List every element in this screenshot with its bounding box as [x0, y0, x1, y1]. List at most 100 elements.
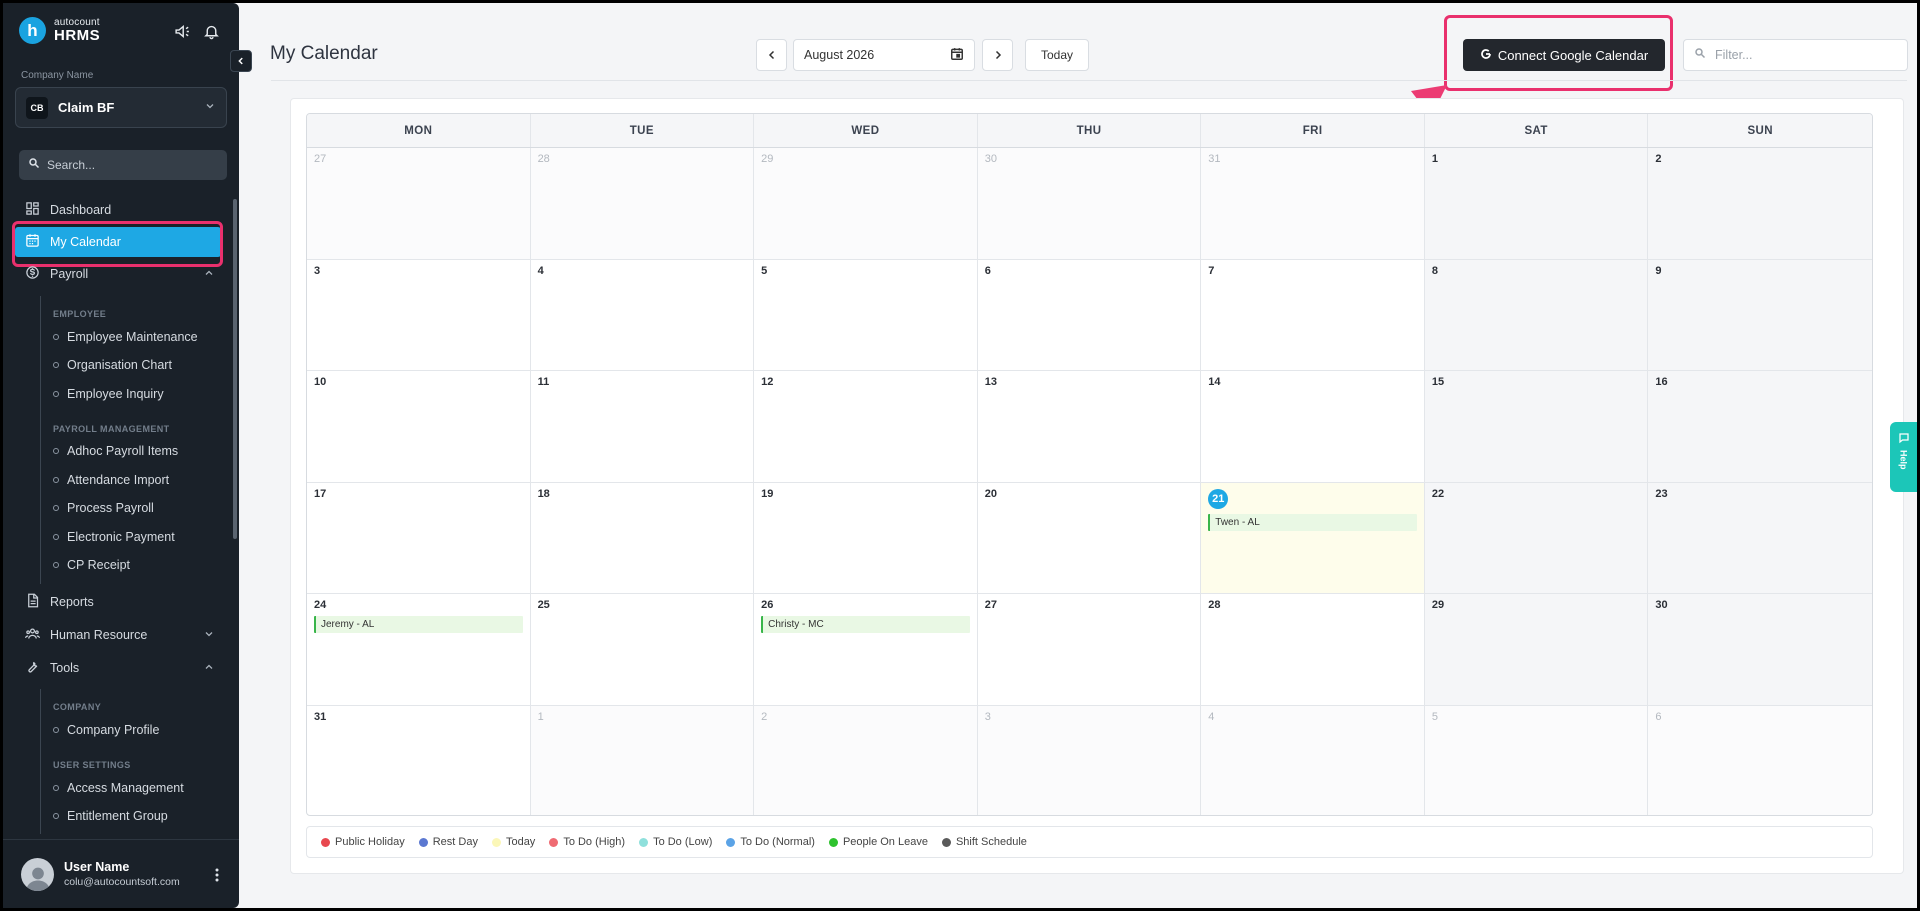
sidebar-item-dashboard[interactable]: Dashboard — [15, 195, 221, 225]
calendar-day-cell[interactable]: 31 — [307, 705, 531, 815]
previous-month-button[interactable] — [756, 39, 787, 71]
dashboard-icon — [25, 201, 40, 219]
brand-title: HRMS — [54, 27, 101, 44]
search-icon — [28, 156, 40, 174]
user-profile[interactable]: User Name colu@autocountsoft.com — [3, 839, 239, 908]
sidebar-item-organisation-chart[interactable]: Organisation Chart — [53, 358, 172, 372]
day-number: 23 — [1655, 487, 1668, 500]
calendar-day-cell[interactable]: 13 — [977, 371, 1202, 483]
chevron-right-icon — [995, 50, 1001, 60]
bell-icon[interactable] — [203, 23, 220, 45]
calendar-day-cell[interactable]: 14 — [1201, 371, 1425, 483]
month-picker[interactable]: August 2026 — [793, 39, 975, 71]
legend-item: Public Holiday — [321, 836, 405, 848]
calendar-day-cell[interactable]: 10 — [307, 371, 531, 483]
calendar-day-cell[interactable]: 28 — [530, 148, 755, 260]
calendar-day-cell[interactable]: 27 — [977, 594, 1202, 706]
sidebar-item-human-resource[interactable]: Human Resource — [15, 620, 221, 650]
day-number: 31 — [314, 710, 327, 723]
calendar-day-cell[interactable]: 1 — [1424, 148, 1649, 260]
calendar-event[interactable]: Jeremy - AL — [314, 616, 523, 633]
scrollbar-thumb[interactable] — [233, 199, 237, 539]
calendar-day-cell[interactable]: 5 — [754, 259, 978, 371]
calendar-day-cell[interactable]: 11 — [530, 371, 755, 483]
calendar-day-cell[interactable]: 29 — [1424, 594, 1649, 706]
calendar-icon[interactable] — [950, 47, 964, 64]
calendar-event[interactable]: Christy - MC — [761, 616, 970, 633]
today-button[interactable]: Today — [1025, 39, 1089, 71]
megaphone-icon[interactable] — [174, 23, 191, 45]
calendar-day-cell[interactable]: 3 — [977, 705, 1202, 815]
calendar-day-cell[interactable]: 30 — [977, 148, 1202, 260]
calendar-day-cell[interactable]: 23 — [1648, 482, 1872, 594]
legend-label: People On Leave — [842, 836, 928, 848]
calendar-day-cell[interactable]: 6 — [1648, 705, 1872, 815]
brand[interactable]: h autocount HRMS — [19, 17, 100, 44]
sidebar-scrollbar[interactable] — [233, 183, 237, 838]
calendar-day-cell[interactable]: 30 — [1648, 594, 1872, 706]
calendar-day-cell[interactable]: 21 Twen - AL — [1201, 482, 1425, 594]
help-tab[interactable]: Help — [1890, 422, 1917, 492]
sidebar-search[interactable] — [19, 150, 227, 180]
sidebar-item-payroll[interactable]: Payroll — [15, 259, 221, 289]
calendar-day-cell[interactable]: 29 — [754, 148, 978, 260]
calendar-day-cell[interactable]: 4 — [530, 259, 755, 371]
header-divider — [271, 80, 1907, 81]
calendar-day-cell[interactable]: 7 — [1201, 259, 1425, 371]
sidebar-item-entitlement-group[interactable]: Entitlement Group — [53, 809, 168, 823]
sidebar-item-adhoc-payroll-items[interactable]: Adhoc Payroll Items — [53, 444, 178, 458]
calendar-day-cell[interactable]: 26 Christy - MC — [754, 594, 978, 706]
calendar-day-cell[interactable]: 3 — [307, 259, 531, 371]
sidebar-item-company-profile[interactable]: Company Profile — [53, 723, 159, 737]
calendar-day-cell[interactable]: 17 — [307, 482, 531, 594]
sidebar-collapse-button[interactable] — [230, 50, 252, 72]
legend-dot — [639, 837, 649, 847]
legend-label: Public Holiday — [335, 836, 405, 848]
today-button-label: Today — [1040, 48, 1074, 62]
sidebar-item-reports[interactable]: Reports — [15, 587, 221, 617]
sidebar-item-attendance-import[interactable]: Attendance Import — [53, 473, 169, 487]
calendar-day-cell[interactable]: 6 — [977, 259, 1202, 371]
calendar-day-cell[interactable]: 28 — [1201, 594, 1425, 706]
calendar-day-cell[interactable]: 8 — [1424, 259, 1649, 371]
filter-input[interactable] — [1715, 48, 1895, 62]
calendar-event[interactable]: Twen - AL — [1208, 513, 1417, 531]
sidebar-item-tools[interactable]: Tools — [15, 653, 221, 683]
calendar-day-cell[interactable]: 27 — [307, 148, 531, 260]
connect-google-calendar-button[interactable]: Connect Google Calendar — [1463, 39, 1665, 71]
sidebar-item-cp-receipt[interactable]: CP Receipt — [53, 558, 130, 572]
chevron-left-icon — [768, 50, 774, 60]
sidebar-item-my-calendar[interactable]: My Calendar — [15, 227, 221, 257]
calendar-day-cell[interactable]: 20 — [977, 482, 1202, 594]
legend-dot — [941, 837, 951, 847]
day-number: 2 — [1655, 153, 1662, 165]
company-select[interactable]: CB Claim BF — [15, 87, 227, 128]
sidebar-item-access-management[interactable]: Access Management — [53, 781, 184, 795]
sidebar-item-process-payroll[interactable]: Process Payroll — [53, 501, 154, 515]
calendar-day-cell[interactable]: 16 — [1648, 371, 1872, 483]
calendar-day-cell[interactable]: 15 — [1424, 371, 1649, 483]
next-month-button[interactable] — [982, 39, 1013, 71]
calendar-day-cell[interactable]: 12 — [754, 371, 978, 483]
calendar-day-cell[interactable]: 9 — [1648, 259, 1872, 371]
calendar-day-cell[interactable]: 19 — [754, 482, 978, 594]
calendar-day-cell[interactable]: 2 — [1648, 148, 1872, 260]
legend-label: To Do (High) — [563, 836, 626, 848]
calendar-day-cell[interactable]: 1 — [530, 705, 755, 815]
calendar-day-cell[interactable]: 4 — [1201, 705, 1425, 815]
sidebar-item-employee-inquiry[interactable]: Employee Inquiry — [53, 387, 164, 401]
calendar-day-cell[interactable]: 18 — [530, 482, 755, 594]
more-vertical-icon[interactable] — [215, 868, 219, 887]
sidebar-search-input[interactable] — [47, 158, 207, 172]
calendar-day-cell[interactable]: 31 — [1201, 148, 1425, 260]
calendar-day-cell[interactable]: 24 Jeremy - AL — [307, 594, 531, 706]
filter-field[interactable] — [1683, 39, 1908, 71]
company-label: Company Name — [21, 70, 94, 81]
sidebar-item-electronic-payment[interactable]: Electronic Payment — [53, 530, 175, 544]
sidebar-item-employee-maintenance[interactable]: Employee Maintenance — [53, 330, 198, 344]
calendar-day-cell[interactable]: 2 — [754, 705, 978, 815]
calendar-day-cell[interactable]: 25 — [530, 594, 755, 706]
calendar-day-cell[interactable]: 5 — [1424, 705, 1649, 815]
brand-logo: h — [19, 17, 46, 44]
calendar-day-cell[interactable]: 22 — [1424, 482, 1649, 594]
